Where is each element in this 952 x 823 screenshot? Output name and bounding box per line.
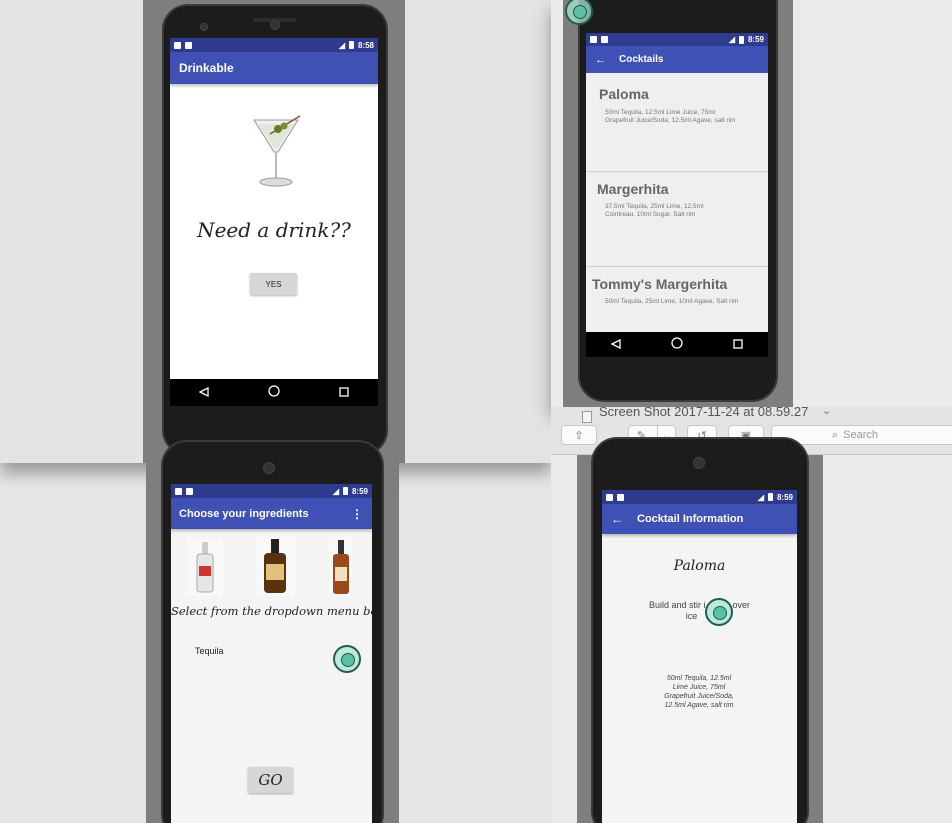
window-title: Screen Shot 2017-11-24 at 08.59.27 bbox=[599, 404, 809, 419]
status-bar: ◢ 8:59 bbox=[171, 484, 372, 498]
martini-glass-icon bbox=[248, 112, 304, 195]
home-icon[interactable] bbox=[671, 336, 683, 354]
search-placeholder: Search bbox=[843, 429, 879, 441]
home-icon[interactable] bbox=[268, 384, 280, 402]
status-time: 8:59 bbox=[351, 486, 368, 496]
drink-prompt: Need a drink?? bbox=[197, 218, 351, 242]
share-button[interactable]: ⇧ bbox=[561, 425, 597, 445]
battery-icon bbox=[738, 35, 744, 44]
cocktail-card[interactable]: Margerhita 37.5ml Tequila, 25ml Lime, 12… bbox=[586, 172, 768, 267]
touch-indicator bbox=[333, 645, 361, 673]
back-arrow-icon[interactable]: ← bbox=[611, 512, 623, 526]
nav-bar bbox=[586, 332, 768, 357]
dropdown-instruction: Select from the dropdown menu below. bbox=[171, 604, 372, 618]
recents-icon[interactable] bbox=[733, 336, 743, 354]
rum-bottle-image bbox=[255, 536, 295, 596]
go-button[interactable]: GO bbox=[248, 767, 293, 793]
nav-bar bbox=[170, 379, 378, 406]
sim-icon bbox=[606, 493, 613, 501]
cocktail-name: Paloma bbox=[673, 558, 726, 574]
recents-icon[interactable] bbox=[338, 384, 349, 402]
cocktail-name: Margerhita bbox=[597, 181, 669, 197]
yes-button[interactable]: YES bbox=[250, 273, 297, 295]
app-title: Drinkable bbox=[179, 61, 234, 75]
phone-camera bbox=[693, 457, 705, 469]
status-time: 8:59 bbox=[747, 35, 764, 44]
sd-icon bbox=[186, 487, 193, 495]
sim-icon bbox=[590, 36, 597, 43]
phone-camera bbox=[200, 23, 208, 31]
sd-icon bbox=[185, 41, 192, 49]
screen-cocktail-info: ◢ 8:59 ← Cocktail Information Paloma Buil… bbox=[602, 490, 797, 823]
overflow-menu-icon[interactable]: ⋮ bbox=[351, 507, 363, 521]
cocktail-ingredients: 50ml Tequila, 12.5ml Lime Juice, 75ml Gr… bbox=[664, 675, 734, 709]
status-bar: ◢ 8:58 bbox=[170, 38, 378, 52]
cocktail-ingredients: 37.5ml Tequila, 25ml Lime, 12.5ml Cointr… bbox=[605, 203, 704, 218]
sd-icon bbox=[617, 493, 624, 501]
title-chevron-icon[interactable]: ⌄ bbox=[822, 404, 831, 417]
phone-front-camera bbox=[270, 20, 280, 30]
cocktail-ingredients: 50ml Tequila, 25ml Lime, 10ml Agave, Sal… bbox=[605, 298, 739, 305]
app-title: Cocktails bbox=[619, 54, 664, 65]
method-text-end: over bbox=[732, 600, 751, 610]
ingredient-spinner[interactable]: Tequila bbox=[195, 646, 224, 656]
status-time: 8:59 bbox=[776, 492, 793, 502]
cocktail-name: Tommy's Margerhita bbox=[592, 276, 728, 292]
app-bar: Choose your ingredients ⋮ bbox=[171, 498, 372, 529]
app-bar: Drinkable bbox=[170, 52, 378, 84]
sim-icon bbox=[175, 487, 182, 495]
signal-icon: ◢ bbox=[332, 486, 339, 496]
back-icon[interactable] bbox=[198, 384, 209, 402]
battery-icon bbox=[342, 487, 348, 495]
app-title: Choose your ingredients bbox=[179, 507, 309, 520]
cocktail-card[interactable]: Tommy's Margerhita 50ml Tequila, 25ml Li… bbox=[586, 267, 768, 337]
screen-home: ◢ 8:58 Drinkable Need a drink?? YES bbox=[170, 38, 378, 406]
cocktail-card[interactable]: Paloma 50ml Tequila, 12.5ml Lime Juice, … bbox=[586, 73, 768, 172]
status-bar: ◢ 8:59 bbox=[602, 490, 797, 504]
phone-camera bbox=[263, 462, 275, 474]
window-top-left: ◢ 8:58 Drinkable Need a drink?? YES bbox=[0, 0, 551, 463]
battery-icon bbox=[348, 41, 354, 49]
back-icon[interactable] bbox=[610, 336, 621, 354]
app-bar: ← Cocktails bbox=[586, 46, 768, 73]
signal-icon: ◢ bbox=[338, 40, 345, 50]
app-title: Cocktail Information bbox=[637, 513, 744, 525]
method-text-start: Build and stir i bbox=[648, 600, 706, 610]
app-bar: ← Cocktail Information bbox=[602, 504, 797, 534]
cocktail-method: Build and stir i over ice bbox=[602, 600, 797, 622]
status-bar: ◢ 8:59 bbox=[586, 33, 768, 46]
touch-indicator bbox=[705, 598, 733, 626]
vodka-bottle-image bbox=[187, 538, 223, 596]
cocktail-name: Paloma bbox=[599, 86, 649, 102]
screen-cocktails: ◢ 8:59 ← Cocktails Paloma 50ml Tequila, 1… bbox=[586, 33, 768, 357]
signal-icon: ◢ bbox=[757, 492, 764, 502]
back-arrow-icon[interactable]: ← bbox=[595, 54, 606, 66]
status-time: 8:58 bbox=[357, 40, 374, 50]
brandy-bottle-image bbox=[329, 537, 353, 597]
cocktail-ingredients: 50ml Tequila, 12.5ml Lime Juice, 75ml Gr… bbox=[605, 109, 736, 124]
sd-icon bbox=[601, 36, 608, 43]
document-icon bbox=[582, 411, 592, 423]
battery-icon bbox=[767, 493, 773, 501]
signal-icon: ◢ bbox=[728, 35, 735, 44]
search-icon: ⌕ bbox=[832, 428, 839, 441]
sim-icon bbox=[174, 41, 181, 49]
method-text-line2: ice bbox=[685, 611, 698, 621]
